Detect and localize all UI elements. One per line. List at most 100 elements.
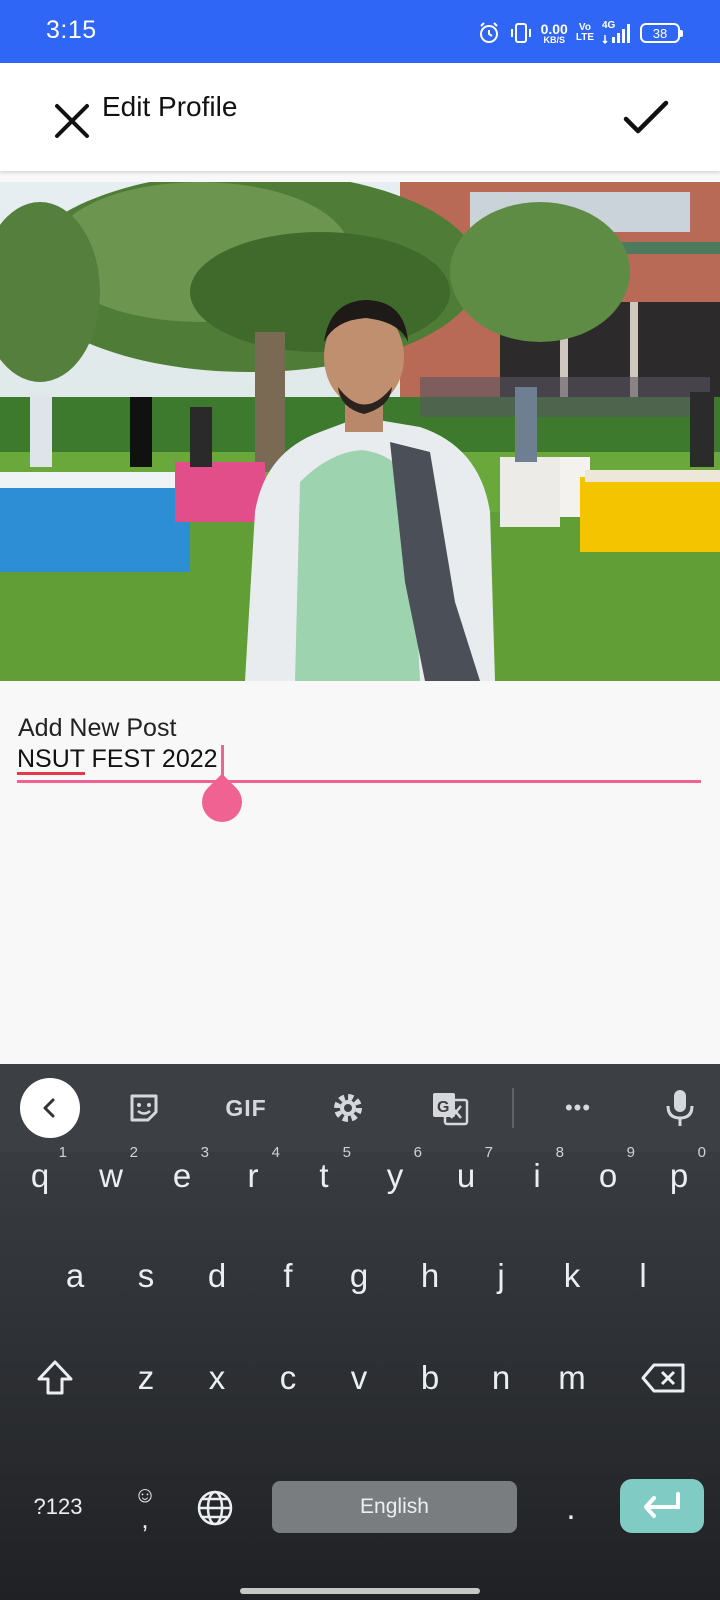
space-key[interactable]: English xyxy=(272,1481,517,1533)
shift-icon xyxy=(37,1360,73,1395)
key-label: t xyxy=(319,1157,329,1194)
key-v[interactable]: v xyxy=(324,1338,394,1418)
key-label: b xyxy=(420,1359,440,1396)
key-r[interactable]: r4 xyxy=(218,1136,288,1216)
key-j[interactable]: j xyxy=(466,1236,536,1316)
confirm-button[interactable] xyxy=(622,99,670,139)
post-photo[interactable] xyxy=(0,182,720,681)
key-y[interactable]: y6 xyxy=(360,1136,430,1216)
key-label: q xyxy=(30,1157,50,1194)
sticker-button[interactable] xyxy=(120,1078,168,1138)
key-label: d xyxy=(207,1257,227,1294)
key-label: m xyxy=(558,1359,586,1396)
input-underline xyxy=(17,780,701,783)
period-key[interactable]: . xyxy=(536,1468,606,1548)
key-g[interactable]: g xyxy=(324,1236,394,1316)
spellcheck-underline xyxy=(17,772,85,775)
net-speed-value: 0.00 xyxy=(540,20,568,37)
post-title-input[interactable]: NSUT FEST 2022 xyxy=(17,745,218,774)
sticker-icon xyxy=(130,1094,158,1122)
key-hint: 1 xyxy=(58,1144,67,1161)
key-s[interactable]: s xyxy=(111,1236,181,1316)
key-hint: 0 xyxy=(697,1144,706,1161)
status-time: 3:15 xyxy=(46,16,97,44)
volte-indicator: Vo LTE xyxy=(575,22,594,44)
key-f[interactable]: f xyxy=(253,1236,323,1316)
key-o[interactable]: o9 xyxy=(573,1136,643,1216)
toolbar-divider xyxy=(512,1088,514,1128)
key-z[interactable]: z xyxy=(111,1338,181,1418)
translate-button[interactable]: G xyxy=(426,1078,474,1138)
key-label: w xyxy=(99,1157,123,1194)
vibrate-icon xyxy=(510,23,531,43)
comma-label: , xyxy=(141,1504,149,1534)
key-c[interactable]: c xyxy=(253,1338,323,1418)
key-hint: 2 xyxy=(129,1144,138,1161)
backspace-icon xyxy=(641,1363,685,1393)
key-p[interactable]: p0 xyxy=(644,1136,714,1216)
key-label: c xyxy=(279,1359,297,1396)
battery-icon: 38 xyxy=(640,23,683,43)
close-icon xyxy=(55,104,89,138)
key-label: p xyxy=(669,1157,689,1194)
language-key[interactable] xyxy=(180,1468,250,1548)
check-icon xyxy=(623,100,669,134)
post-title-label: Add New Post xyxy=(18,714,177,742)
post-image xyxy=(0,182,720,681)
enter-key[interactable] xyxy=(620,1479,704,1533)
key-k[interactable]: k xyxy=(537,1236,607,1316)
settings-icon xyxy=(334,1094,362,1122)
close-button[interactable] xyxy=(52,101,92,141)
key-label: a xyxy=(65,1257,85,1294)
key-label: k xyxy=(563,1257,581,1294)
keyboard-back-button[interactable] xyxy=(20,1078,80,1138)
page-title: Edit Profile xyxy=(102,91,238,122)
status-icons: 0.00 KB/S Vo LTE 4G 38 xyxy=(477,18,683,48)
key-hint: 8 xyxy=(555,1144,564,1161)
key-a[interactable]: a xyxy=(40,1236,110,1316)
signal-icon xyxy=(602,24,630,45)
key-t[interactable]: t5 xyxy=(289,1136,359,1216)
globe-icon xyxy=(197,1490,233,1526)
app-bar: Edit Profile xyxy=(0,63,720,171)
key-label: g xyxy=(349,1257,369,1294)
settings-button[interactable] xyxy=(324,1078,372,1138)
more-button[interactable]: ••• xyxy=(554,1078,602,1138)
key-label: j xyxy=(497,1257,505,1294)
emoji-comma-key[interactable]: ☺ , xyxy=(110,1468,180,1548)
key-label: v xyxy=(350,1359,368,1396)
key-m[interactable]: m xyxy=(537,1338,607,1418)
battery-level: 38 xyxy=(652,25,668,41)
key-hint: 9 xyxy=(626,1144,635,1161)
gesture-nav-handle[interactable] xyxy=(240,1588,480,1594)
key-hint: 6 xyxy=(413,1144,422,1161)
key-b[interactable]: b xyxy=(395,1338,465,1418)
backspace-key[interactable] xyxy=(628,1338,698,1418)
key-h[interactable]: h xyxy=(395,1236,465,1316)
symbols-key[interactable]: ?123 xyxy=(20,1481,96,1533)
shift-key[interactable] xyxy=(20,1338,90,1418)
key-i[interactable]: i8 xyxy=(502,1136,572,1216)
key-label: h xyxy=(420,1257,440,1294)
text-cursor xyxy=(221,745,224,776)
key-d[interactable]: d xyxy=(182,1236,252,1316)
key-u[interactable]: u7 xyxy=(431,1136,501,1216)
net-speed: 0.00 KB/S xyxy=(541,22,568,45)
back-icon xyxy=(43,1098,55,1118)
volte-bottom: LTE xyxy=(575,32,594,43)
key-label: r xyxy=(247,1157,259,1194)
key-q[interactable]: q1 xyxy=(5,1136,75,1216)
gif-button[interactable]: GIF xyxy=(218,1078,274,1138)
alarm-icon xyxy=(479,22,498,43)
key-n[interactable]: n xyxy=(466,1338,536,1418)
translate-icon: G xyxy=(433,1093,469,1126)
key-w[interactable]: w2 xyxy=(76,1136,146,1216)
key-e[interactable]: e3 xyxy=(147,1136,217,1216)
key-l[interactable]: l xyxy=(608,1236,678,1316)
net-speed-unit: KB/S xyxy=(543,34,565,45)
emoji-icon: ☺ xyxy=(133,1482,157,1507)
key-hint: 4 xyxy=(271,1144,280,1161)
signal-indicator: 4G xyxy=(602,20,632,45)
key-x[interactable]: x xyxy=(182,1338,252,1418)
voice-input-button[interactable] xyxy=(656,1078,704,1138)
